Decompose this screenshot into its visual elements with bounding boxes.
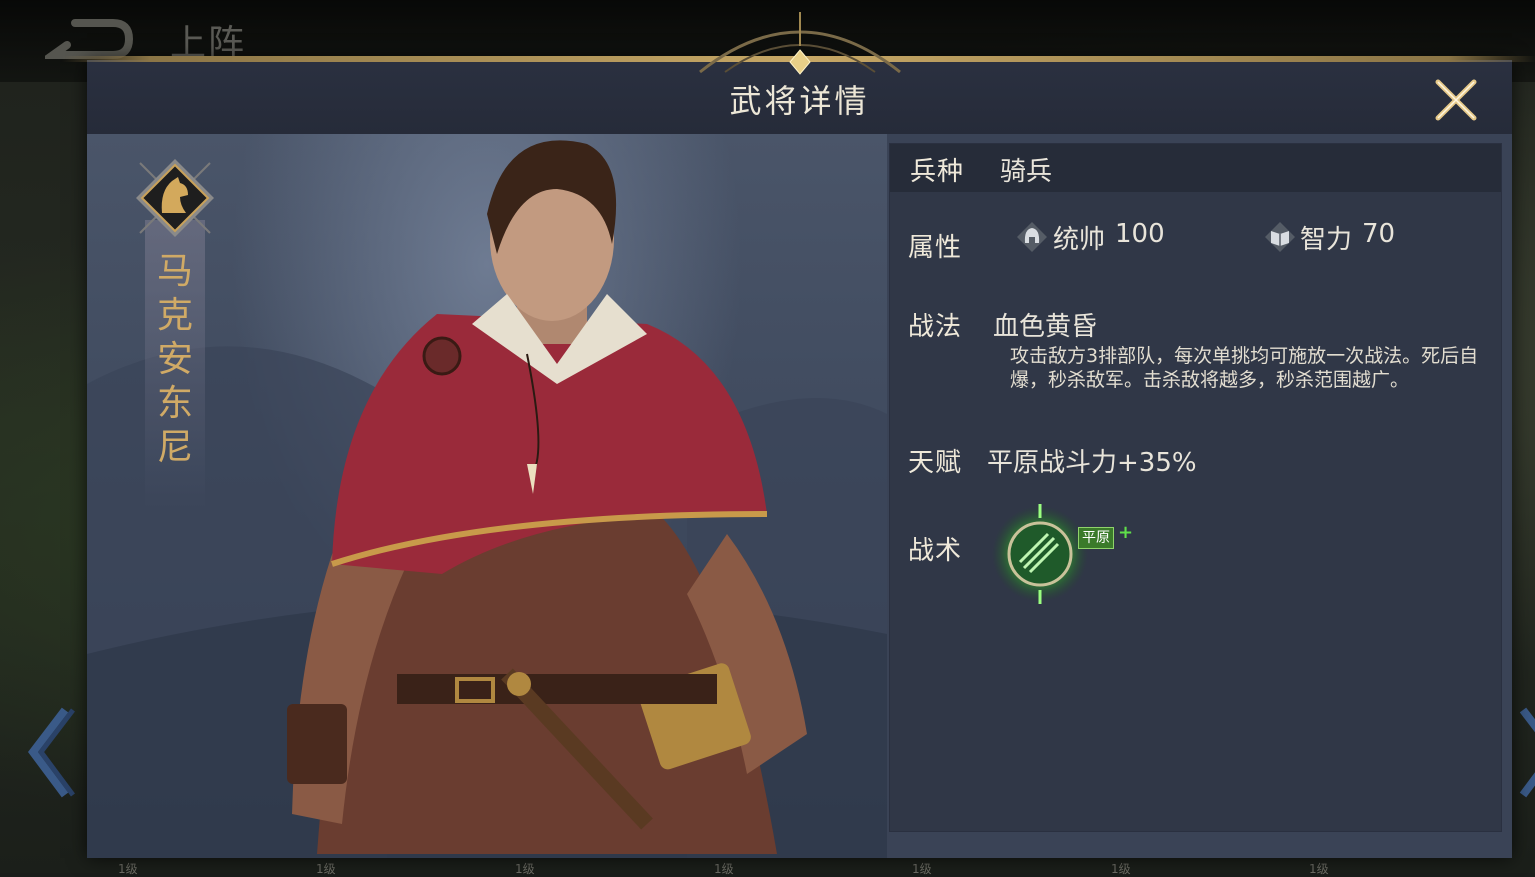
hero-name: 马 克 安 东 尼 [145, 250, 205, 470]
dialog-header: 武将详情 [87, 12, 1512, 134]
level-label: 1级 [714, 862, 734, 876]
troop-type-value: 骑兵 [1000, 157, 1053, 187]
next-hero-arrow-icon[interactable] [1513, 705, 1535, 800]
skill-name: 血色黄昏 [993, 312, 1098, 342]
arrows-tactic-icon[interactable] [990, 504, 1090, 604]
terrain-tag: 平原 [1078, 527, 1114, 549]
hero-name-char: 尼 [156, 427, 193, 468]
attribute-name: 统帅 [1053, 225, 1106, 255]
troop-type-row [890, 144, 1501, 192]
book-icon [1265, 222, 1295, 252]
tactic-label: 战术 [908, 536, 963, 566]
level-label: 1级 [316, 862, 336, 876]
level-label: 1级 [515, 862, 535, 876]
skill-label: 战法 [908, 312, 963, 342]
attribute-value: 100 [1115, 219, 1165, 249]
hero-name-char: 东 [156, 383, 193, 424]
skill-description: 攻击敌方3排部队，每次单挑均可施放一次战法。死后自爆，秒杀敌军。击杀敌将越多，秒… [1010, 345, 1479, 391]
previous-hero-arrow-icon[interactable] [25, 705, 75, 800]
hero-detail-dialog: 武将详情 马 克 安 东 尼 兵种 骑兵 属性 统帅 100 智力 70 战法 … [62, 12, 1535, 858]
level-label: 1级 [1309, 862, 1329, 876]
horse-icon [136, 159, 214, 237]
level-label: 1级 [912, 862, 932, 876]
header-ornament-icon [699, 12, 901, 75]
hero-name-char: 马 [156, 251, 193, 292]
hero-name-char: 克 [156, 295, 193, 336]
talent-value: 平原战斗力+35% [987, 448, 1197, 478]
talent-label: 天赋 [908, 448, 963, 478]
level-label: 1级 [118, 862, 138, 876]
hero-name-banner: 马 克 安 东 尼 [145, 220, 205, 510]
hero-name-char: 安 [156, 339, 193, 380]
close-icon[interactable] [1432, 76, 1480, 124]
tag-plus-icon: + [1118, 522, 1134, 543]
helmet-icon [1017, 222, 1047, 252]
troop-type-label: 兵种 [910, 157, 965, 187]
attribute-value: 70 [1362, 219, 1396, 249]
dialog-title: 武将详情 [729, 82, 870, 120]
attributes-label: 属性 [908, 233, 963, 263]
roster-level-strip: 1级 1级 1级 1级 1级 1级 1级 [88, 858, 1508, 876]
hero-info-panel: 兵种 骑兵 属性 统帅 100 智力 70 战法 血色黄昏 攻击敌方3排部队，每… [889, 143, 1502, 832]
level-label: 1级 [1111, 862, 1131, 876]
attribute-name: 智力 [1300, 225, 1353, 255]
